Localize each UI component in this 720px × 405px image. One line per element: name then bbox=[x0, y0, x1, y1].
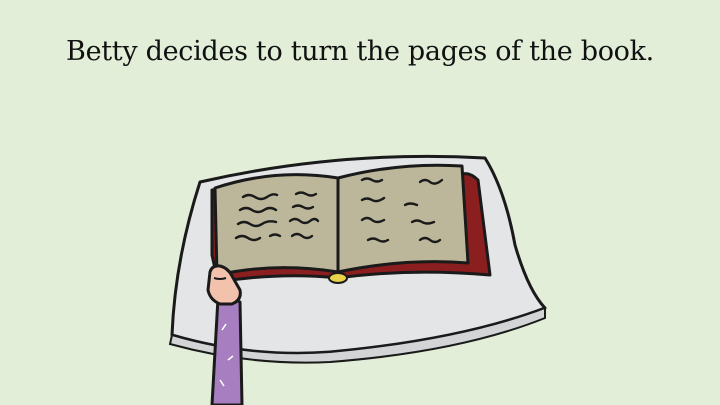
story-slide: Betty decides to turn the pages of the b… bbox=[0, 0, 720, 405]
right-page bbox=[336, 163, 470, 274]
sleeve bbox=[210, 296, 244, 405]
open-book-on-stand-icon bbox=[168, 154, 547, 405]
left-page bbox=[213, 173, 340, 277]
book bbox=[210, 163, 492, 284]
